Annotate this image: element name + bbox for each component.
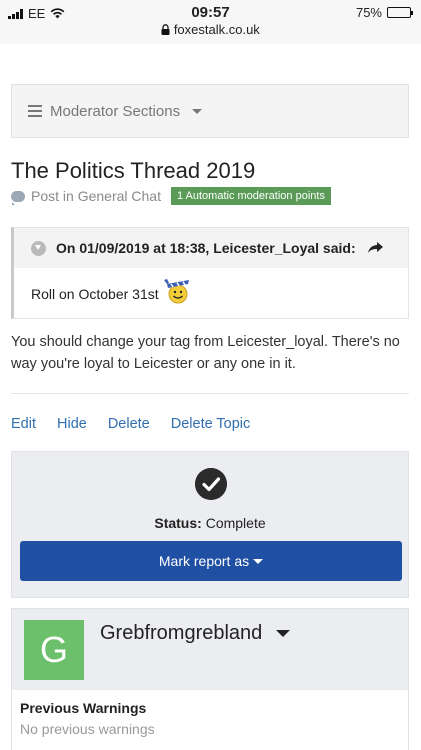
quote-text: Roll on October 31st <box>31 286 159 302</box>
moderation-points-badge: 1 Automatic moderation points <box>170 187 331 205</box>
warnings-text: No previous warnings <box>20 721 155 737</box>
post-in-link[interactable]: Post in General Chat <box>31 188 161 204</box>
menu-icon <box>28 105 42 117</box>
warnings-title: Previous Warnings <box>20 700 147 716</box>
post-actions: Edit Hide Delete Delete Topic <box>11 416 250 432</box>
mark-report-button[interactable]: Mark report as <box>20 541 402 581</box>
status-label: Status: <box>154 515 202 531</box>
topic-title: The Politics Thread 2019 <box>11 158 256 183</box>
avatar[interactable]: G <box>24 620 84 680</box>
battery-icon <box>387 7 413 18</box>
quote-header[interactable]: On 01/09/2019 at 18:38, Leicester_Loyal … <box>14 228 408 268</box>
moderator-sections-menu[interactable]: Moderator Sections <box>11 84 409 138</box>
previous-warnings: Previous Warnings No previous warnings <box>12 690 408 750</box>
hide-link[interactable]: Hide <box>57 416 87 432</box>
edit-link[interactable]: Edit <box>11 416 36 432</box>
caret-down-icon <box>253 558 264 564</box>
address-bar[interactable]: foxestalk.co.uk <box>0 22 421 37</box>
delete-topic-link[interactable]: Delete Topic <box>171 416 251 432</box>
moderator-sections-label: Moderator Sections <box>50 102 181 120</box>
username-menu[interactable]: Grebfromgrebland <box>100 622 290 645</box>
battery-info: 75% <box>355 5 413 20</box>
quote-body: Roll on October 31st <box>14 268 408 304</box>
status-bar: EE 09:57 foxestalk.co.uk 75% <box>0 0 421 44</box>
lock-icon <box>161 24 170 35</box>
quote-citation: On 01/09/2019 at 18:38, Leicester_Loyal … <box>56 240 356 256</box>
check-circle-icon <box>195 468 227 500</box>
username: Grebfromgrebland <box>100 622 263 644</box>
report-status: Status: Complete <box>12 515 408 531</box>
delete-link[interactable]: Delete <box>108 416 150 432</box>
topic-meta: Post in General Chat 1 Automatic moderat… <box>11 187 331 205</box>
page-content: Moderator Sections The Politics Thread 2… <box>0 44 421 750</box>
status-value: Complete <box>205 515 266 531</box>
quote-block: On 01/09/2019 at 18:38, Leicester_Loyal … <box>11 227 409 319</box>
user-card: G Grebfromgrebland Previous Warnings No … <box>11 608 409 750</box>
post-body: You should change your tag from Leiceste… <box>11 334 400 372</box>
divider <box>11 393 409 394</box>
mark-report-label: Mark report as <box>158 553 250 569</box>
report-panel: Status: Complete Mark report as <box>11 451 409 598</box>
url-text: foxestalk.co.uk <box>173 22 260 37</box>
share-arrow-icon[interactable] <box>367 242 383 254</box>
speech-bubble-icon <box>11 190 25 205</box>
battery-percent: 75% <box>355 5 382 20</box>
caret-down-icon <box>192 108 203 114</box>
smiley-scarf-emoji <box>163 279 189 304</box>
collapse-icon[interactable] <box>31 240 46 256</box>
caret-down-icon <box>275 630 290 638</box>
